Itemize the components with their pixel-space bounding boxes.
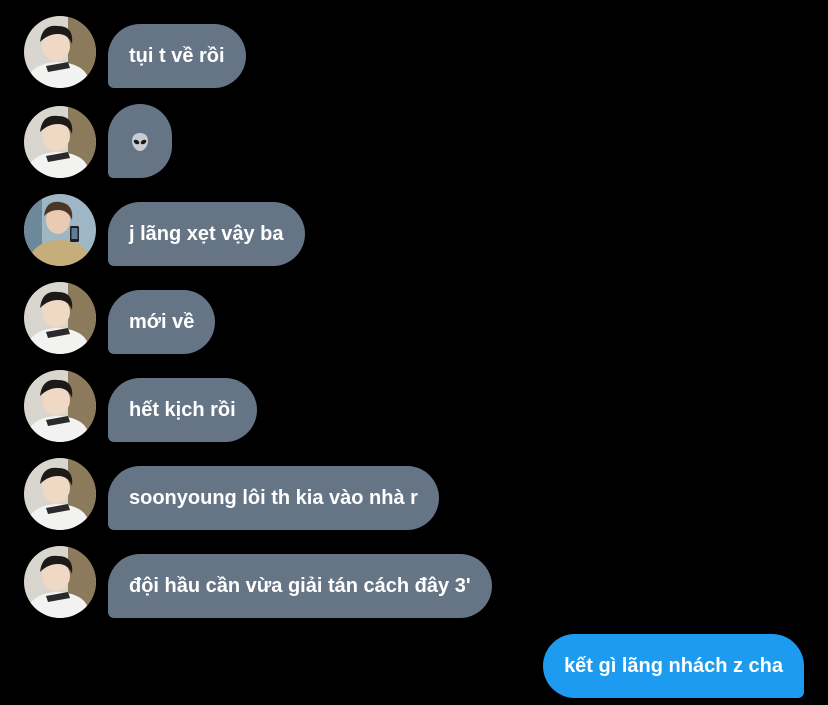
message-text: hết kịch rồi [129, 399, 236, 421]
avatar[interactable] [24, 16, 96, 88]
incoming-message-bubble[interactable]: j lãng xẹt vậy ba [108, 202, 305, 266]
avatar-photo-boy-with-pen [24, 458, 96, 530]
message-text: đội hầu cần vừa giải tán cách đây 3' [129, 575, 471, 597]
outgoing-message-bubble[interactable]: kết gì lãng nhách z cha [543, 634, 804, 698]
incoming-message-bubble[interactable] [108, 104, 172, 178]
message-text: kết gì lãng nhách z cha [564, 655, 783, 677]
avatar-photo-boy-with-pen [24, 106, 96, 178]
avatar-photo-boy-with-phone [24, 194, 96, 266]
avatar-photo-boy-with-pen [24, 16, 96, 88]
incoming-message-bubble[interactable]: mới về [108, 290, 216, 354]
incoming-message-bubble[interactable]: đội hầu cần vừa giải tán cách đây 3' [108, 554, 492, 618]
avatar-photo-boy-with-pen [24, 282, 96, 354]
incoming-message-bubble[interactable]: soonyoung lôi th kia vào nhà r [108, 466, 439, 530]
avatar[interactable] [24, 282, 96, 354]
message-text: soonyoung lôi th kia vào nhà r [129, 487, 418, 509]
avatar-photo-boy-with-pen [24, 370, 96, 442]
avatar-photo-boy-with-pen [24, 546, 96, 618]
message-text: mới về [129, 311, 195, 333]
alien-icon [132, 132, 148, 151]
avatar[interactable] [24, 194, 96, 266]
avatar[interactable] [24, 106, 96, 178]
incoming-message-bubble[interactable]: tụi t về rồi [108, 24, 246, 88]
message-text: tụi t về rồi [129, 45, 225, 67]
avatar[interactable] [24, 546, 96, 618]
incoming-message-bubble[interactable]: hết kịch rồi [108, 378, 257, 442]
avatar[interactable] [24, 370, 96, 442]
message-text: j lãng xẹt vậy ba [129, 223, 284, 245]
avatar[interactable] [24, 458, 96, 530]
